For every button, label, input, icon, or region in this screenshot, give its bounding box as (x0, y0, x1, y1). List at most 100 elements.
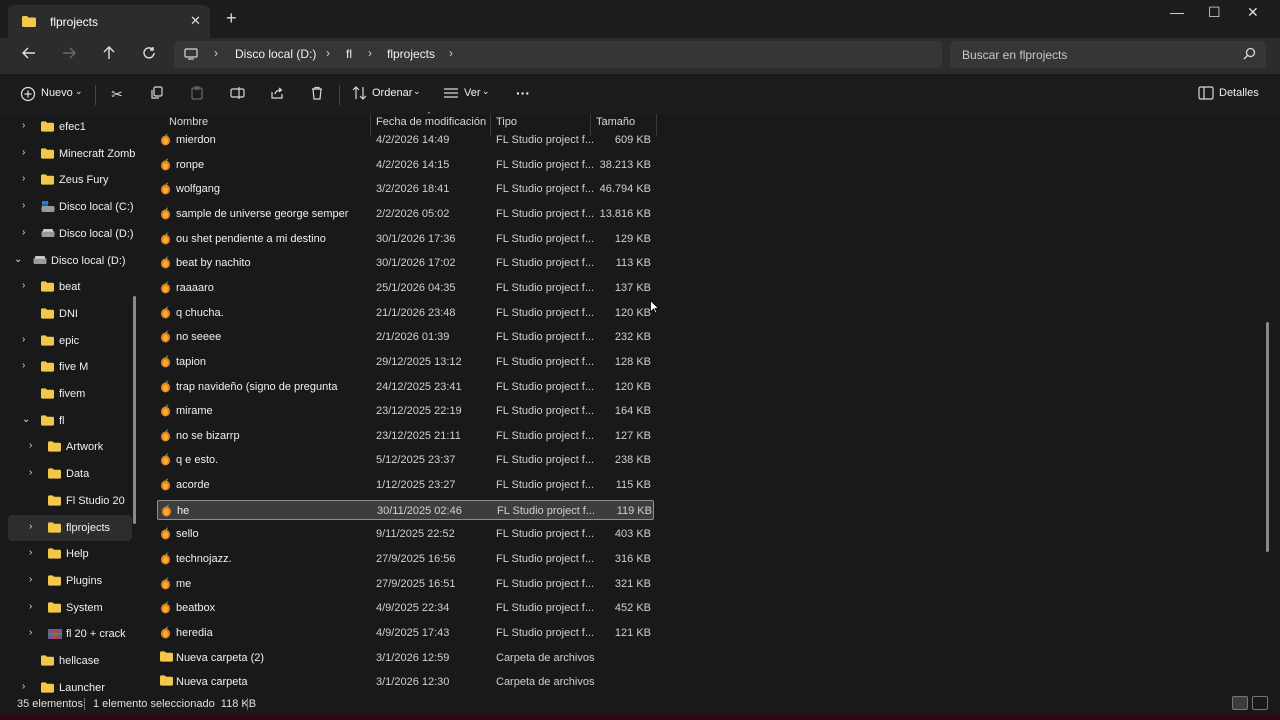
file-row[interactable]: ronpe 4/2/2026 14:15 FL Studio project f..… (157, 155, 654, 175)
sidebar-item[interactable]: hellcase (8, 648, 132, 674)
copy-icon[interactable] (148, 86, 166, 104)
breadcrumb-flprojects[interactable]: flprojects (387, 47, 435, 61)
details-view-button[interactable] (1232, 696, 1248, 710)
sidebar-item[interactable]: › Disco local (C:) (8, 194, 134, 220)
search-input[interactable]: Buscar en flprojects (950, 41, 1266, 68)
file-row[interactable]: mierdon 4/2/2026 14:49 FL Studio project f… (157, 134, 654, 150)
sidebar-item[interactable]: › System (8, 595, 132, 621)
chevron-right-icon[interactable]: › (22, 681, 25, 692)
address-bar[interactable]: › Disco local (D:) › fl › flprojects › (174, 41, 942, 68)
details-button[interactable]: Detalles (1219, 87, 1259, 99)
sidebar-item[interactable]: fivem (8, 381, 132, 407)
file-row[interactable]: ou shet pendiente a mi destino 30/1/2026 … (157, 229, 654, 249)
sidebar-item[interactable]: › efec1 (8, 114, 132, 140)
file-row[interactable]: beat by nachito 30/1/2026 17:02 FL Studio … (157, 253, 654, 273)
sidebar-scrollbar[interactable] (133, 296, 136, 524)
chevron-right-icon[interactable]: › (29, 627, 32, 638)
sidebar-item[interactable]: › Help (8, 541, 132, 567)
sidebar-item[interactable]: › Launcher (8, 675, 132, 694)
sidebar-item[interactable]: › Disco local (D:) (8, 221, 134, 247)
view-button[interactable]: Ver (464, 87, 481, 99)
sidebar-item[interactable]: ⌄ fl (8, 408, 132, 434)
chevron-down-icon[interactable]: ⌄ (14, 254, 22, 265)
file-row[interactable]: wolfgang 3/2/2026 18:41 FL Studio project … (157, 179, 654, 199)
column-header-size[interactable]: Tamaño (596, 116, 635, 134)
chevron-down-icon[interactable]: ⌄ (413, 86, 421, 97)
sidebar-item[interactable]: › five M (8, 354, 132, 380)
close-tab-icon[interactable]: ✕ (190, 13, 201, 29)
column-divider[interactable] (490, 114, 491, 136)
minimize-button[interactable]: — (1170, 4, 1184, 20)
tiles-view-button[interactable] (1252, 696, 1268, 710)
sidebar-item[interactable]: › fl 20 + crack (8, 621, 132, 647)
file-row[interactable]: q chucha. 21/1/2026 23:48 FL Studio projec… (157, 303, 654, 323)
breadcrumb-fl[interactable]: fl (346, 47, 352, 61)
file-row[interactable]: q e esto. 5/12/2025 23:37 FL Studio projec… (157, 450, 654, 470)
chevron-right-icon[interactable]: › (29, 547, 32, 558)
chevron-right-icon[interactable]: › (22, 280, 25, 291)
file-row[interactable]: beatbox 4/9/2025 22:34 FL Studio project f… (157, 598, 654, 618)
file-row[interactable]: raaaaro 25/1/2026 04:35 FL Studio project … (157, 278, 654, 298)
search-icon[interactable] (1243, 47, 1256, 63)
more-options-button[interactable]: ··· (516, 85, 530, 101)
chevron-right-icon[interactable]: › (22, 227, 25, 238)
column-divider[interactable] (370, 114, 371, 136)
sidebar-item[interactable]: › Plugins (8, 568, 132, 594)
column-header-name[interactable]: Nombre (169, 116, 208, 134)
file-row[interactable]: technojazz. 27/9/2025 16:56 FL Studio proj… (157, 549, 654, 569)
chevron-right-icon[interactable]: › (22, 120, 25, 131)
file-row[interactable]: trap navideño (signo de pregunta 24/12/20… (157, 377, 654, 397)
chevron-right-icon[interactable]: › (22, 173, 25, 184)
chevron-right-icon[interactable]: › (29, 440, 32, 451)
file-list-scrollbar[interactable] (1266, 322, 1269, 552)
rename-icon[interactable] (228, 86, 246, 104)
file-row[interactable]: sello 9/11/2025 22:52 FL Studio project f.… (157, 524, 654, 544)
column-divider[interactable] (656, 114, 657, 136)
chevron-right-icon[interactable]: › (29, 574, 32, 585)
cut-icon[interactable]: ✂ (108, 86, 126, 104)
file-row[interactable]: he 30/11/2025 02:46 FL Studio project f...… (157, 499, 654, 520)
chevron-right-icon[interactable]: › (22, 200, 25, 211)
column-divider[interactable] (590, 114, 591, 136)
sidebar-item[interactable]: › Data (8, 461, 132, 487)
sidebar-item[interactable]: › Zeus Fury (8, 167, 132, 193)
up-arrow-icon[interactable] (98, 46, 120, 64)
sidebar-item[interactable]: › flprojects (8, 514, 132, 541)
chevron-down-icon[interactable]: ⌄ (482, 86, 490, 97)
breadcrumb-disco-d[interactable]: Disco local (D:) (235, 47, 316, 61)
chevron-right-icon[interactable]: › (29, 521, 32, 532)
maximize-button[interactable]: ☐ (1208, 4, 1221, 21)
file-row[interactable]: tapion 29/12/2025 13:12 FL Studio project … (157, 352, 654, 372)
back-arrow-icon[interactable] (18, 46, 40, 64)
new-button[interactable]: Nuevo (41, 87, 73, 99)
column-header-type[interactable]: Tipo (496, 116, 517, 134)
sort-button[interactable]: Ordenar (372, 87, 412, 99)
sidebar-item[interactable]: DNI (8, 301, 132, 327)
chevron-right-icon[interactable]: › (22, 334, 25, 345)
plus-circle-icon[interactable] (19, 86, 37, 104)
forward-arrow-icon[interactable] (58, 46, 80, 64)
chevron-right-icon[interactable]: › (22, 360, 25, 371)
sidebar-item[interactable]: › Artwork (8, 434, 132, 460)
file-row[interactable]: acorde 1/12/2025 23:27 FL Studio project f… (157, 475, 654, 495)
file-row[interactable]: no seeee 2/1/2026 01:39 FL Studio project … (157, 327, 654, 347)
share-icon[interactable] (268, 86, 286, 104)
paste-icon[interactable] (188, 86, 206, 104)
new-tab-button[interactable]: + (226, 8, 237, 29)
file-row[interactable]: sample de universe george semper 2/2/2026… (157, 204, 654, 224)
chevron-right-icon[interactable]: › (22, 147, 25, 158)
sidebar-item[interactable]: › epic (8, 328, 132, 354)
file-row[interactable]: Nueva carpeta 3/1/2026 12:30 Carpeta de ar… (157, 672, 654, 692)
sidebar-item[interactable]: ⌄ Disco local (D:) (8, 248, 132, 274)
chevron-right-icon[interactable]: › (29, 601, 32, 612)
file-row[interactable]: no se bizarrp 23/12/2025 21:11 FL Studio p… (157, 426, 654, 446)
chevron-right-icon[interactable]: › (29, 467, 32, 478)
tab-flprojects[interactable]: flprojects ✕ (8, 5, 210, 38)
column-header-date[interactable]: Fecha de modificación (376, 116, 486, 134)
file-row[interactable]: Nueva carpeta (2) 3/1/2026 12:59 Carpeta d… (157, 648, 654, 668)
view-icon[interactable] (442, 86, 460, 104)
chevron-down-icon[interactable]: ⌄ (75, 86, 83, 97)
chevron-down-icon[interactable]: ⌄ (22, 414, 30, 425)
details-pane-icon[interactable] (1197, 86, 1215, 104)
delete-icon[interactable] (308, 86, 326, 104)
